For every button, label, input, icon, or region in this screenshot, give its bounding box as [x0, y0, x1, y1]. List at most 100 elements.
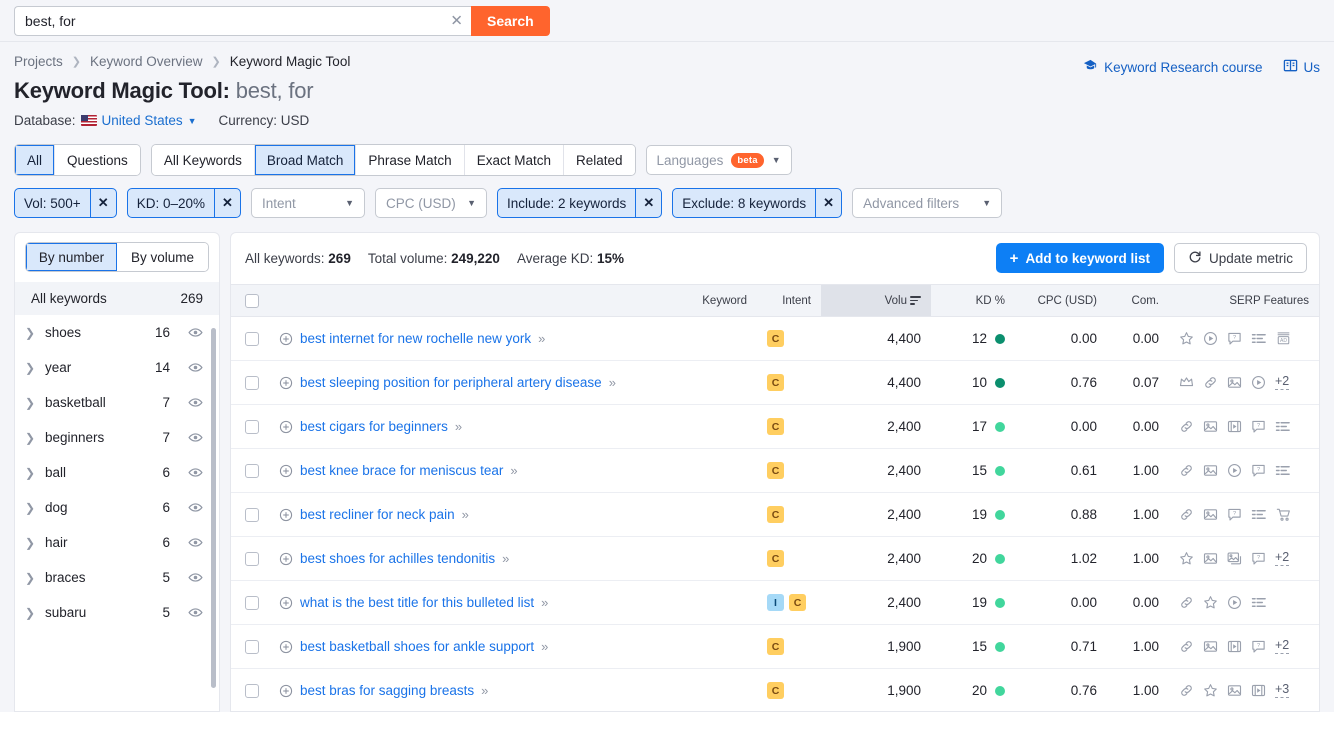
tab-phrase-match[interactable]: Phrase Match	[356, 145, 465, 175]
image-icon[interactable]	[1203, 507, 1218, 522]
languages-dropdown[interactable]: Languages beta ▼	[645, 145, 792, 175]
filter-chip-advanced[interactable]: Advanced filters ▼	[852, 188, 1003, 218]
add-keyword-icon[interactable]	[279, 376, 293, 390]
chevron-double-right-icon[interactable]: »	[462, 507, 469, 522]
add-keyword-icon[interactable]	[279, 332, 293, 346]
keyword-research-course-link[interactable]: Keyword Research course	[1083, 58, 1263, 76]
table-row[interactable]: best sleeping position for peripheral ar…	[231, 360, 1319, 405]
list-icon[interactable]	[1251, 595, 1267, 610]
link-icon[interactable]	[1203, 375, 1218, 390]
tab-exact-match[interactable]: Exact Match	[464, 145, 564, 175]
close-icon[interactable]: ✕	[815, 189, 841, 217]
list-icon[interactable]	[1275, 419, 1291, 434]
sidebar-group-item[interactable]: ❯ braces 5	[15, 560, 219, 595]
table-row[interactable]: best bras for sagging breasts » C 1,900 …	[231, 668, 1319, 711]
table-row[interactable]: what is the best title for this bulleted…	[231, 580, 1319, 625]
image-icon[interactable]	[1227, 375, 1242, 390]
ad-icon[interactable]: AD	[1276, 331, 1291, 346]
chevron-right-icon[interactable]: ❯	[25, 466, 37, 480]
sidebar-group-item[interactable]: ❯ hair 6	[15, 525, 219, 560]
search-input[interactable]	[15, 6, 471, 35]
breadcrumb-item-projects[interactable]: Projects	[14, 54, 63, 69]
chevron-right-icon[interactable]: ❯	[25, 396, 37, 410]
link-icon[interactable]	[1179, 419, 1194, 434]
sidebar-toggle-by-volume[interactable]: By volume	[117, 243, 208, 271]
sort-desc-icon[interactable]	[910, 296, 921, 305]
tab-broad-match[interactable]: Broad Match	[254, 145, 357, 175]
row-checkbox[interactable]	[245, 596, 259, 611]
filter-chip-intent[interactable]: Intent ▼	[250, 188, 365, 218]
list-icon[interactable]	[1251, 507, 1267, 522]
database-value[interactable]: United States	[102, 113, 183, 128]
chevron-double-right-icon[interactable]: »	[502, 551, 509, 566]
sidebar-group-item[interactable]: ❯ subaru 5	[15, 595, 219, 630]
list-icon[interactable]	[1275, 463, 1291, 478]
chevron-right-icon[interactable]: ❯	[25, 501, 37, 515]
chevron-right-icon[interactable]: ❯	[25, 431, 37, 445]
eye-icon[interactable]	[188, 395, 203, 410]
select-all-checkbox[interactable]	[245, 293, 259, 308]
chevron-double-right-icon[interactable]: »	[481, 683, 488, 698]
image-icon[interactable]	[1203, 551, 1218, 566]
question-bubble-icon[interactable]: ?	[1251, 419, 1266, 434]
row-checkbox[interactable]	[245, 552, 259, 567]
link-icon[interactable]	[1179, 507, 1194, 522]
chevron-down-icon[interactable]: ▼	[188, 116, 197, 126]
column-intent[interactable]: Intent	[757, 284, 821, 317]
column-keyword[interactable]: Keyword	[269, 284, 757, 317]
sidebar-toggle-by-number[interactable]: By number	[26, 243, 117, 271]
serp-more-badge[interactable]: +3	[1275, 682, 1290, 698]
keyword-link[interactable]: best knee brace for meniscus tear	[300, 463, 503, 478]
link-icon[interactable]	[1179, 683, 1194, 698]
intent-badge-C[interactable]: C	[767, 682, 784, 699]
keyword-link[interactable]: best bras for sagging breasts	[300, 683, 474, 698]
close-icon[interactable]: ✕	[635, 189, 661, 217]
eye-icon[interactable]	[188, 535, 203, 550]
add-keyword-icon[interactable]	[279, 684, 293, 698]
table-row[interactable]: best basketball shoes for ankle support …	[231, 624, 1319, 669]
update-metrics-button[interactable]: Update metric	[1173, 243, 1307, 273]
chevron-right-icon[interactable]: ❯	[25, 361, 37, 375]
keyword-link[interactable]: what is the best title for this bulleted…	[300, 595, 534, 610]
chevron-right-icon[interactable]: ❯	[25, 606, 37, 620]
star-icon[interactable]	[1179, 331, 1194, 346]
keyword-link[interactable]: best shoes for achilles tendonitis	[300, 551, 495, 566]
database-selector[interactable]: Database: United States ▼	[14, 113, 197, 128]
keyword-link[interactable]: best cigars for beginners	[300, 419, 448, 434]
close-icon[interactable]: ✕	[450, 13, 463, 28]
chevron-double-right-icon[interactable]: »	[541, 639, 548, 654]
table-row[interactable]: best recliner for neck pain » C 2,400 19…	[231, 492, 1319, 537]
video-icon[interactable]	[1251, 375, 1266, 390]
eye-icon[interactable]	[188, 500, 203, 515]
add-keyword-icon[interactable]	[279, 464, 293, 478]
sidebar-group-item[interactable]: ❯ shoes 16	[15, 315, 219, 350]
cart-icon[interactable]	[1276, 507, 1291, 522]
column-competition[interactable]: Com.	[1107, 284, 1169, 317]
row-checkbox[interactable]	[245, 332, 259, 347]
question-bubble-icon[interactable]: ?	[1251, 551, 1266, 566]
row-checkbox[interactable]	[245, 420, 259, 435]
search-button[interactable]: Search	[471, 5, 550, 36]
chevron-right-icon[interactable]: ❯	[25, 326, 37, 340]
chevron-double-right-icon[interactable]: »	[538, 331, 545, 346]
link-icon[interactable]	[1179, 639, 1194, 654]
image-icon[interactable]	[1227, 683, 1242, 698]
filter-chip-kd[interactable]: KD: 0–20% ✕	[126, 188, 241, 218]
image-icon[interactable]	[1203, 463, 1218, 478]
video-box-icon[interactable]	[1227, 419, 1242, 434]
chevron-double-right-icon[interactable]: »	[609, 375, 616, 390]
image-icon[interactable]	[1203, 419, 1218, 434]
link-icon[interactable]	[1179, 463, 1194, 478]
chevron-double-right-icon[interactable]: »	[510, 463, 517, 478]
intent-badge-I[interactable]: I	[767, 594, 784, 611]
eye-icon[interactable]	[188, 360, 203, 375]
filter-chip-exclude[interactable]: Exclude: 8 keywords ✕	[672, 188, 843, 218]
breadcrumb-item-keyword-overview[interactable]: Keyword Overview	[90, 54, 203, 69]
add-keyword-icon[interactable]	[279, 596, 293, 610]
chevron-double-right-icon[interactable]: »	[541, 595, 548, 610]
table-row[interactable]: best shoes for achilles tendonitis » C 2…	[231, 536, 1319, 581]
keyword-link[interactable]: best recliner for neck pain	[300, 507, 455, 522]
add-keyword-icon[interactable]	[279, 640, 293, 654]
close-icon[interactable]: ✕	[213, 189, 240, 217]
intent-badge-C[interactable]: C	[767, 550, 784, 567]
